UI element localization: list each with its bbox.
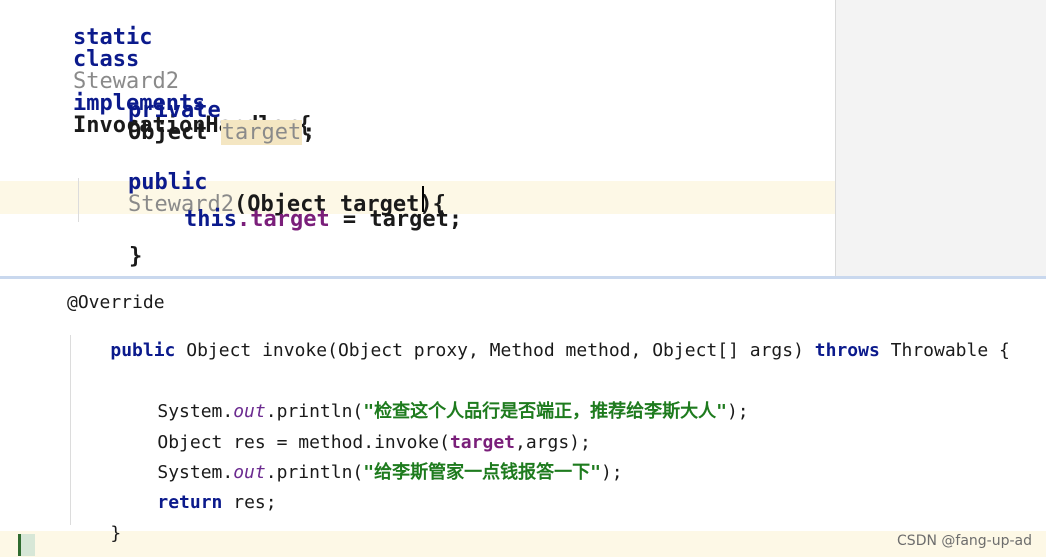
method-signature-line[interactable]: public Object invoke(Object proxy, Metho… [67,324,1010,378]
override-annotation: @Override [67,292,165,313]
keyword-throws: throws [814,340,880,361]
statement-end: ); [600,462,623,483]
keyword-public: public [110,340,176,361]
watermark: CSDN @fang-up-ad [897,533,1032,549]
assignment-line[interactable]: this.target = target; [131,187,462,253]
statement-end: ); [726,401,749,422]
closing-brace: } [128,244,143,269]
current-line-highlight [0,531,1046,557]
keyword-this: this [183,207,237,232]
assignment-rest: = target; [329,207,463,232]
semicolon: ; [302,120,316,145]
field-reference: .target [236,207,330,232]
gutter-marker-icon [18,534,35,556]
return-line[interactable]: return res; [114,476,277,530]
text-caret [422,186,424,212]
bottom-code-editor[interactable]: @Override public Object invoke(Object pr… [0,279,1046,557]
closing-brace: } [110,523,122,544]
constructor-close-line[interactable]: } [76,224,142,276]
keyword-return: return [157,492,223,513]
method-close-line[interactable]: } [67,507,121,557]
return-value: res; [222,492,277,513]
println-call: .println( [265,462,364,483]
field-type: Object [127,120,208,145]
method-signature: Object invoke(Object proxy, Method metho… [175,340,815,361]
field-name: target [220,120,303,145]
top-code-editor[interactable]: static class Steward2 implements Invocat… [0,0,836,276]
throws-clause: Throwable { [879,340,1010,361]
string-literal: "给李斯管家一点钱报答一下" [363,462,601,483]
